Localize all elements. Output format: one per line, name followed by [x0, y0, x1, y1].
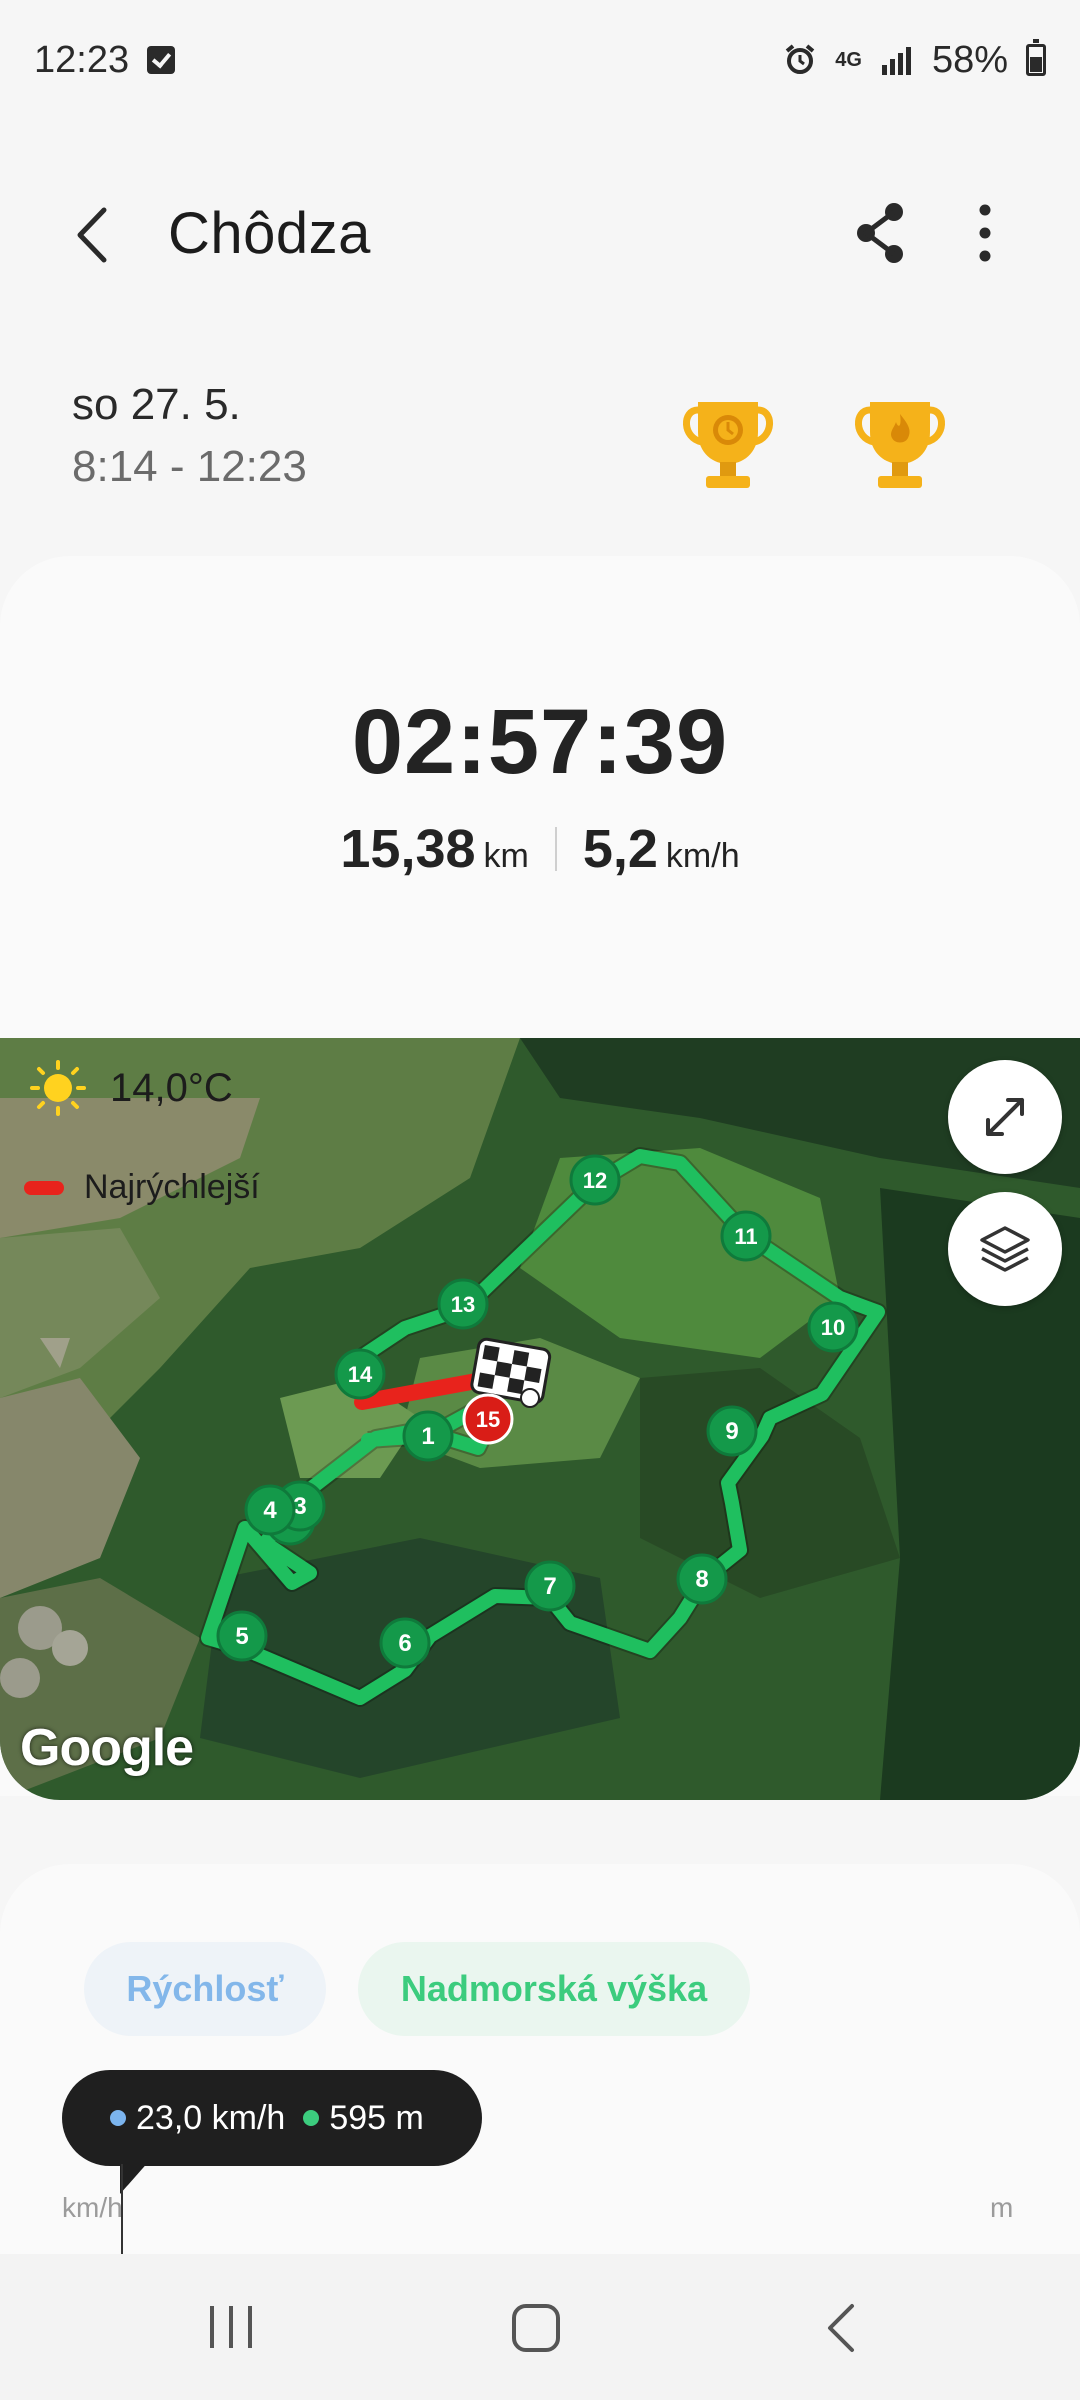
- finish-pin: [520, 1388, 540, 1408]
- km-marker-5[interactable]: 5: [216, 1610, 268, 1662]
- chart-tooltip: 23,0 km/h 595 m: [62, 2070, 482, 2166]
- km-marker-label: 14: [348, 1362, 373, 1387]
- km-marker-15[interactable]: 15: [462, 1393, 514, 1445]
- expand-map-button[interactable]: [948, 1060, 1062, 1174]
- left-axis-unit: km/h: [62, 2192, 123, 2223]
- home-icon[interactable]: [512, 2304, 560, 2352]
- activity-time-range: 8:14 - 12:23: [72, 442, 307, 491]
- km-marker-label: 5: [235, 1623, 248, 1650]
- alarm-icon: [785, 44, 815, 74]
- km-marker-11[interactable]: 11: [720, 1210, 772, 1262]
- status-right: 4G 58%: [783, 39, 1046, 82]
- tooltip-altitude-value: 595 m: [329, 2098, 424, 2137]
- trophy-duration-icon[interactable]: [676, 392, 780, 496]
- route-map[interactable]: 123456789101112131415 14,0°C Najrýchlejš…: [0, 1038, 1080, 1800]
- km-marker-8[interactable]: 8: [676, 1553, 728, 1605]
- km-marker-label: 8: [695, 1566, 708, 1593]
- activity-date: so 27. 5.: [72, 380, 241, 429]
- km-marker-label: 12: [583, 1168, 607, 1193]
- network-type: 4G: [835, 49, 862, 71]
- more-options-icon[interactable]: [950, 198, 1020, 268]
- km-marker-label: 15: [476, 1407, 500, 1432]
- altitude-dot: [303, 2110, 320, 2126]
- tab-altitude[interactable]: Nadmorská výška: [358, 1942, 750, 2036]
- km-marker-1[interactable]: 1: [402, 1410, 454, 1462]
- km-marker-label: 9: [725, 1418, 738, 1445]
- system-nav-bar: [0, 2254, 1080, 2400]
- right-axis-unit: m: [990, 2192, 1014, 2223]
- task-check-icon: [147, 46, 176, 74]
- map-legend: Najrýchlejší: [24, 1168, 260, 1207]
- tooltip-altitude: 595 m: [303, 2099, 424, 2138]
- km-marker-7[interactable]: 7: [524, 1560, 576, 1612]
- recent-apps-icon[interactable]: [206, 2304, 256, 2350]
- route-layer: 123456789101112131415: [199, 1147, 887, 1707]
- map-layers-button[interactable]: [948, 1192, 1062, 1306]
- fastest-legend-label: Najrýchlejší: [84, 1168, 260, 1206]
- signal-icon: [881, 47, 911, 75]
- km-marker-10[interactable]: 10: [807, 1301, 859, 1353]
- distance-unit: km: [483, 837, 529, 875]
- metrics-row: 15,38 km 5,2 km/h: [0, 818, 1080, 880]
- distance-value: 15,38: [340, 819, 476, 879]
- distance-metric: 15,38 km: [314, 818, 554, 880]
- trophy-calories-icon[interactable]: [848, 392, 952, 496]
- speed-metric: 5,2 km/h: [557, 818, 766, 880]
- duration-value: 02:57:39: [351, 691, 729, 793]
- speed-value: 5,2: [582, 819, 658, 879]
- route-line: [201, 1149, 885, 1705]
- km-marker-label: 4: [263, 1497, 277, 1524]
- google-attribution: Google: [20, 1719, 194, 1777]
- page-title: Chôdza: [168, 201, 371, 266]
- battery-icon: [1026, 39, 1046, 76]
- back-arrow-icon[interactable]: [60, 200, 130, 270]
- km-marker-6[interactable]: 6: [379, 1617, 431, 1669]
- km-marker-label: 11: [734, 1224, 757, 1249]
- km-marker-12[interactable]: 12: [569, 1154, 621, 1206]
- tooltip-speed-value: 23,0 km/h: [136, 2098, 286, 2137]
- km-marker-label: 3: [293, 1493, 306, 1520]
- km-marker-label: 7: [543, 1573, 556, 1600]
- km-marker-label: 13: [451, 1292, 475, 1317]
- app-bar: Chôdza: [0, 170, 1080, 300]
- temperature: 14,0°C: [110, 1065, 233, 1110]
- nav-back-icon[interactable]: [820, 2302, 860, 2354]
- km-marker-4[interactable]: 4: [244, 1484, 296, 1536]
- date-block: so 27. 5. 8:14 - 12:23: [72, 380, 307, 492]
- speed-unit: km/h: [665, 837, 740, 875]
- tooltip-speed: 23,0 km/h: [110, 2099, 285, 2138]
- layers-icon: [980, 1226, 1030, 1272]
- km-marker-9[interactable]: 9: [706, 1405, 758, 1457]
- sun-icon: [30, 1060, 86, 1116]
- km-marker-label: 10: [821, 1315, 845, 1340]
- status-left: 12:23: [34, 38, 176, 82]
- km-marker-13[interactable]: 13: [437, 1278, 489, 1330]
- chart-card: [0, 1864, 1080, 2264]
- expand-icon: [986, 1098, 1024, 1136]
- share-icon[interactable]: [846, 198, 916, 268]
- status-bar: 12:23 4G 58%: [0, 0, 1080, 120]
- tab-speed[interactable]: Rýchlosť: [84, 1942, 326, 2036]
- km-marker-label: 1: [421, 1423, 434, 1450]
- speed-dot: [110, 2110, 126, 2126]
- status-time: 12:23: [34, 38, 130, 81]
- tooltip-tail: [120, 2160, 150, 2194]
- weather-info: 14,0°C: [30, 1060, 233, 1116]
- fastest-legend-swatch: [24, 1180, 64, 1195]
- battery-percent: 58%: [931, 38, 1008, 81]
- km-marker-label: 6: [398, 1630, 411, 1657]
- km-marker-14[interactable]: 14: [334, 1348, 386, 1400]
